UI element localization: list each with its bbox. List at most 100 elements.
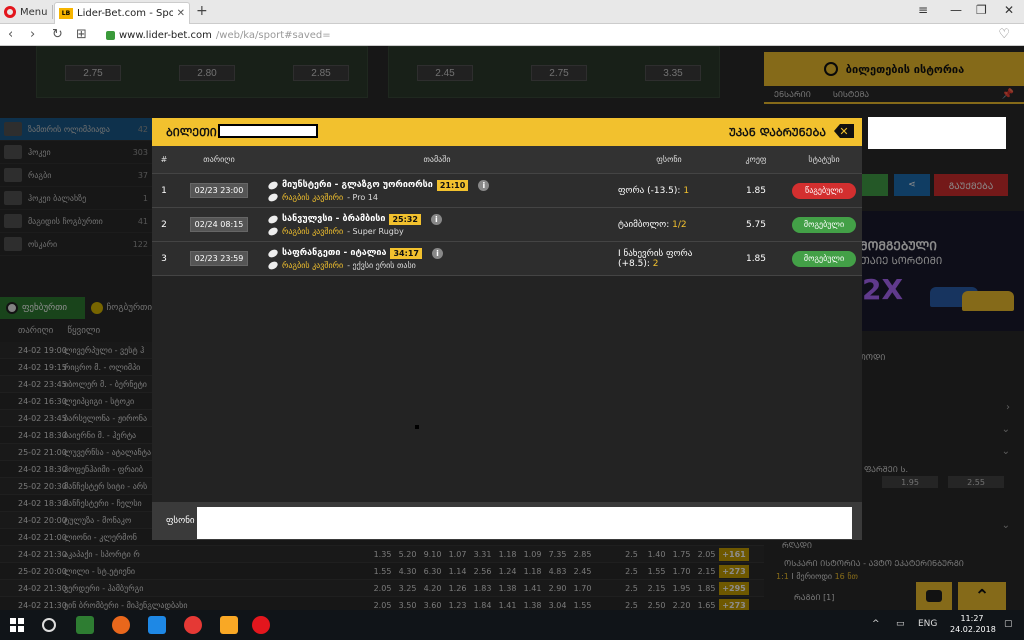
row-odd: 1.85	[745, 185, 767, 196]
rugby-ball-icon	[266, 179, 280, 191]
system-clock[interactable]: 11:27 24.02.2018	[950, 613, 996, 635]
firefox-icon[interactable]	[112, 616, 130, 634]
tray-arrow-icon[interactable]: ^	[872, 619, 880, 629]
tab-menu-icon[interactable]: ≡	[918, 3, 928, 17]
score-badge: 25:32	[389, 213, 421, 225]
chrome-icon[interactable]	[184, 616, 202, 634]
bet-value: 2	[652, 258, 659, 269]
event-name[interactable]: მიუნსტერი - გლაზგო უორიორსი	[282, 180, 433, 190]
tab-title: Lider-Bet.com - Sports and	[77, 8, 173, 19]
event-name[interactable]: საფრანგეთი - იტალია	[282, 248, 386, 258]
rugby-ball-icon	[266, 191, 280, 203]
network-icon[interactable]: ▭	[896, 619, 905, 629]
url-path: /web/ka/sport#saved=	[215, 29, 331, 41]
search-icon[interactable]	[42, 618, 56, 632]
empty-area	[152, 276, 862, 502]
speed-dial-icon[interactable]: ⊞	[76, 27, 87, 42]
explorer-folder-icon[interactable]	[220, 616, 238, 634]
event-name[interactable]: სანვულვსი - ბრამბისი	[282, 214, 385, 224]
clock-date: 24.02.2018	[950, 625, 996, 634]
score-badge: 34:17	[390, 247, 422, 259]
score-badge: 21:10	[436, 179, 469, 191]
tab-separator	[52, 5, 53, 19]
notifications-icon[interactable]: ▢	[1004, 619, 1013, 629]
row-status: მოგებული	[786, 250, 862, 267]
secure-lock-icon	[106, 30, 115, 40]
ticket-row: 3 02/23 23:59 საფრანგეთი - იტალია 34:17 i რაგ…	[152, 242, 862, 276]
ticket-label: ᲑᲘᲚᲔᲗᲘ:	[166, 126, 222, 139]
opera-menu-button[interactable]: Menu	[4, 4, 47, 20]
date-chip: 02/23 23:59	[189, 251, 249, 266]
rugby-ball-icon	[266, 247, 280, 259]
bookmark-heart-icon[interactable]: ♡	[998, 27, 1010, 42]
event-category: რაგბის კავშირი	[282, 260, 344, 270]
clock-time: 11:27	[960, 614, 984, 623]
row-event: სანვულვსი - ბრამბისი 25:32 i რაგბის კავშირი…	[262, 213, 612, 237]
edge-icon[interactable]	[148, 616, 166, 634]
date-chip: 02/23 23:00	[189, 183, 249, 198]
browser-tab-lider-bet[interactable]: LB Lider-Bet.com - Sports and ✕	[54, 2, 190, 24]
stake-label: ფსონი	[166, 516, 195, 526]
close-window-icon[interactable]: ✕	[1004, 3, 1014, 17]
header-event: თამაში	[423, 155, 451, 164]
row-odd: 5.75	[745, 219, 767, 230]
row-date: 02/23 23:00	[176, 183, 262, 198]
lang-indicator[interactable]: ENG	[918, 619, 937, 629]
opera-logo-icon	[4, 6, 16, 18]
event-category: რაგბის კავშირი	[282, 192, 344, 202]
stake-input-redacted[interactable]	[197, 507, 852, 539]
status-badge: მოგებული	[792, 250, 856, 267]
date-chip: 02/24 08:15	[189, 217, 249, 232]
back-label[interactable]: ᲣᲙᲐᲜ ᲓᲐᲑᲠᲣᲜᲔᲑᲐ	[729, 125, 826, 140]
row-num: 2	[161, 219, 167, 230]
rugby-ball-icon	[266, 259, 280, 271]
info-icon[interactable]: i	[430, 213, 442, 225]
row-event: მიუნსტერი - გლაზგო უორიორსი 21:10 i რაგბის …	[262, 179, 612, 203]
excel-icon[interactable]	[76, 616, 94, 634]
info-icon[interactable]: i	[431, 247, 443, 259]
tab-close-icon[interactable]: ✕	[177, 8, 185, 19]
reload-icon[interactable]: ↻	[52, 27, 63, 42]
modal-footer: ფსონი	[152, 502, 862, 540]
browser-tab-bar: Menu LB Lider-Bet.com - Sports and ✕ + ≡…	[0, 0, 1024, 24]
event-league: - Super Rugby	[347, 226, 404, 236]
back-icon[interactable]: ‹	[8, 27, 13, 42]
row-num: 3	[161, 253, 167, 264]
site-favicon-icon: LB	[59, 8, 73, 19]
event-category: რაგბის კავშირი	[282, 226, 344, 236]
row-bet: ფორა (-13.5): 1	[612, 186, 726, 196]
address-bar: ‹ › ↻ ⊞ www.lider-bet.com /web/ka/sport#…	[0, 24, 1024, 46]
restore-icon[interactable]: ❐	[976, 3, 987, 17]
url-host: www.lider-bet.com	[119, 29, 212, 41]
ticket-id-redacted	[218, 124, 318, 138]
bet-type: ტაიმბოლო:	[618, 219, 670, 230]
row-event: საფრანგეთი - იტალია 34:17 i რაგბის კავშირი -…	[262, 247, 612, 271]
rugby-ball-icon	[266, 225, 280, 237]
row-date: 02/23 23:59	[176, 251, 262, 266]
redacted-box	[868, 117, 1006, 149]
minimize-icon[interactable]: —	[950, 3, 962, 17]
header-bet: ფსონი	[656, 155, 682, 164]
status-badge: წაგებული	[792, 182, 856, 199]
bet-value: 1	[683, 185, 690, 196]
info-icon[interactable]: i	[478, 179, 490, 191]
modal-header: ᲑᲘᲚᲔᲗᲘ: ᲣᲙᲐᲜ ᲓᲐᲑᲠᲣᲜᲔᲑᲐ ✕	[152, 118, 862, 146]
backspace-close-icon[interactable]: ✕	[834, 124, 854, 138]
bet-type: ფორა (-13.5):	[618, 185, 681, 196]
url-field[interactable]: www.lider-bet.com /web/ka/sport#saved=	[106, 27, 331, 43]
status-badge: მოგებული	[792, 216, 856, 233]
cursor-dot	[415, 425, 419, 429]
rugby-ball-icon	[266, 213, 280, 225]
windows-taskbar: ^ ▭ ENG 11:27 24.02.2018 ▢	[0, 610, 1024, 640]
opera-taskbar-icon[interactable]	[252, 616, 270, 634]
header-odd: კოეფ	[745, 155, 767, 164]
row-status: წაგებული	[786, 182, 862, 199]
new-tab-icon[interactable]: +	[196, 3, 208, 19]
event-league: - ექვსი ერის თასი	[347, 260, 416, 270]
row-odd: 1.85	[745, 253, 767, 264]
event-league: - Pro 14	[347, 192, 378, 202]
ticket-table-header: # თარიღი თამაში ფსონი კოეფ სტატუსი	[152, 146, 862, 174]
header-num: #	[160, 155, 168, 164]
windows-start-icon[interactable]	[10, 618, 24, 632]
forward-icon[interactable]: ›	[30, 27, 35, 42]
